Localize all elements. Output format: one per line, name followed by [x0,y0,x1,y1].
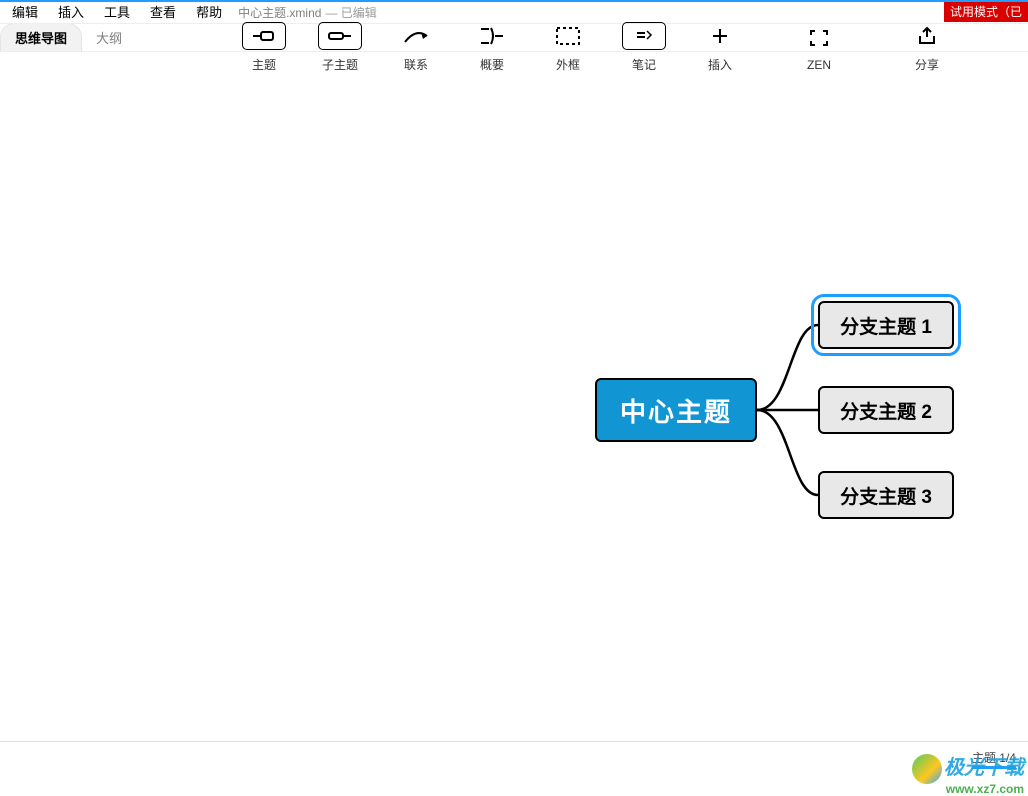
fullscreen-icon [797,24,841,52]
menu-edit[interactable]: 编辑 [2,2,48,24]
tool-summary[interactable]: 概要 [468,22,516,73]
tab-mindmap[interactable]: 思维导图 [0,23,82,51]
menu-bar: 编辑 插入 工具 查看 帮助 中心主题.xmind — 已编辑 试用模式（已 [0,2,1028,24]
tool-boundary-label: 外框 [556,56,580,73]
mindmap-canvas[interactable]: 中心主题 分支主题 1 分支主题 2 分支主题 3 [0,78,1028,738]
relation-icon [394,22,438,50]
document-status: — 已编辑 [325,4,376,21]
tool-subtopic[interactable]: 子主题 [316,22,364,73]
branch-topic-3[interactable]: 分支主题 3 [818,471,954,519]
topic-icon [242,22,286,50]
menu-tools[interactable]: 工具 [94,2,140,24]
tool-summary-label: 概要 [480,56,504,73]
tool-topic[interactable]: 主题 [240,22,288,73]
watermark-logo-icon [912,754,942,784]
footer-separator [0,741,1028,742]
tool-relation[interactable]: 联系 [392,22,440,73]
branch-topic-1[interactable]: 分支主题 1 [818,301,954,349]
main-toolbar: 主题 子主题 联系 概要 外框 笔记 插入 [240,22,744,73]
tool-insert[interactable]: 插入 [696,22,744,73]
menu-help[interactable]: 帮助 [186,2,232,24]
toolbar-right: ZEN 分享 [795,22,951,73]
share-icon [905,22,949,50]
tool-insert-label: 插入 [708,56,732,73]
central-topic[interactable]: 中心主题 [595,378,757,442]
tab-outline[interactable]: 大纲 [82,24,136,51]
tool-share-label: 分享 [915,56,939,73]
menu-view[interactable]: 查看 [140,2,186,24]
tool-topic-label: 主题 [252,56,276,73]
watermark-url: www.xz7.com [946,782,1024,796]
tool-relation-label: 联系 [404,56,428,73]
document-title: 中心主题.xmind [238,4,321,21]
tool-note-label: 笔记 [632,56,656,73]
trial-mode-badge[interactable]: 试用模式（已 [944,2,1028,22]
tool-zen-label: ZEN [807,58,831,72]
boundary-icon [546,22,590,50]
tool-subtopic-label: 子主题 [322,56,358,73]
tool-note[interactable]: 笔记 [620,22,668,73]
summary-icon [470,22,514,50]
tool-zen[interactable]: ZEN [795,22,843,73]
tool-boundary[interactable]: 外框 [544,22,592,73]
note-icon [622,22,666,50]
tool-share[interactable]: 分享 [903,22,951,73]
menu-insert[interactable]: 插入 [48,2,94,24]
subtopic-icon [318,22,362,50]
branch-topic-2[interactable]: 分支主题 2 [818,386,954,434]
watermark-brand: 极光下载 [912,751,1024,784]
plus-icon [698,22,742,50]
